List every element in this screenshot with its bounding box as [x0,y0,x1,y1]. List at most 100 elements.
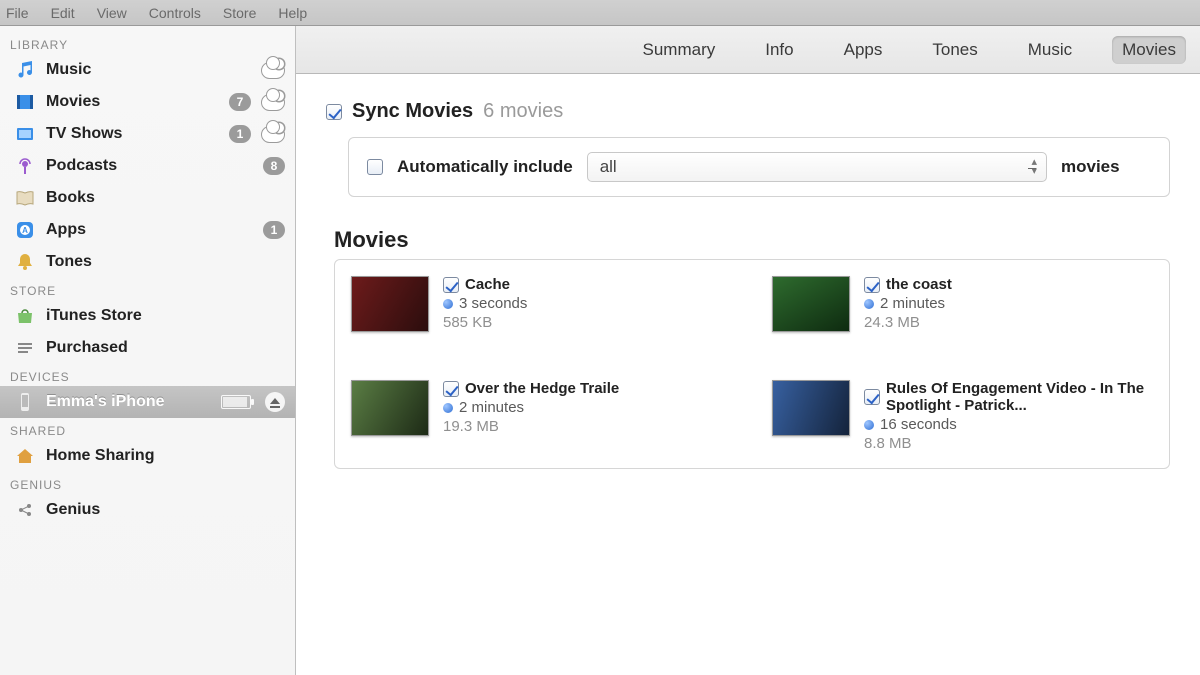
sidebar-item-purchased[interactable]: Purchased [0,332,295,364]
chevron-updown-icon: ▴▾ [1031,158,1037,176]
menu-edit[interactable]: Edit [51,5,75,21]
sync-movies-row: Sync Movies 6 movies [326,100,1170,123]
sidebar-badge: 1 [263,221,285,239]
music-icon [14,59,36,81]
tab-apps[interactable]: Apps [834,36,893,64]
sidebar-section-shared: SHARED [0,418,295,440]
movie-checkbox[interactable] [443,277,459,293]
sidebar-item-tv[interactable]: TV Shows 1 [0,118,295,150]
movies-sync-panel: Sync Movies 6 movies Automatically inclu… [296,74,1200,675]
movie-item[interactable]: Rules Of Engagement Video - In The Spotl… [772,380,1153,452]
menu-file[interactable]: File [6,5,29,21]
podcasts-icon [14,155,36,177]
status-dot-icon [864,299,874,309]
movie-thumbnail [772,276,850,332]
movie-name: Cache [465,276,510,293]
movie-item[interactable]: Over the Hedge Traile 2 minutes 19.3 MB [351,380,732,452]
auto-include-checkbox[interactable] [367,159,383,175]
movie-size: 24.3 MB [864,314,952,331]
sidebar-item-device[interactable]: Emma's iPhone [0,386,295,418]
iphone-icon [14,391,36,413]
tab-movies[interactable]: Movies [1112,36,1186,64]
sidebar-badge: 1 [229,125,251,143]
sidebar-section-store: STORE [0,278,295,300]
menu-store[interactable]: Store [223,5,256,21]
apps-icon: A [14,219,36,241]
movie-item[interactable]: Cache 3 seconds 585 KB [351,276,732,332]
movies-list: Cache 3 seconds 585 KB the coast 2 minut… [334,259,1170,469]
movie-duration: 2 minutes [880,295,945,312]
movie-thumbnail [351,380,429,436]
sidebar-item-itunes-store[interactable]: iTunes Store [0,300,295,332]
sidebar-item-podcasts[interactable]: Podcasts 8 [0,150,295,182]
movie-duration: 16 seconds [880,416,957,433]
sidebar-section-genius: GENIUS [0,472,295,494]
device-tabbar: Summary Info Apps Tones Music Movies [296,26,1200,74]
movie-thumbnail [351,276,429,332]
sidebar-section-library: LIBRARY [0,32,295,54]
movie-name: Over the Hedge Traile [465,380,619,397]
movie-checkbox[interactable] [443,381,459,397]
genius-icon [14,499,36,521]
sidebar-item-label: Music [46,61,251,79]
movie-duration: 2 minutes [459,399,524,416]
movie-thumbnail [772,380,850,436]
cloud-icon [261,126,285,143]
auto-include-label: Automatically include [397,157,573,177]
menu-controls[interactable]: Controls [149,5,201,21]
auto-include-suffix: movies [1061,157,1151,177]
menu-view[interactable]: View [97,5,127,21]
tab-summary[interactable]: Summary [633,36,726,64]
sidebar-item-label: Tones [46,253,285,271]
status-dot-icon [864,420,874,430]
menu-bar: File Edit View Controls Store Help [0,0,1200,26]
sidebar-item-movies[interactable]: Movies 7 [0,86,295,118]
movie-item[interactable]: the coast 2 minutes 24.3 MB [772,276,1153,332]
sidebar-item-apps[interactable]: A Apps 1 [0,214,295,246]
tab-info[interactable]: Info [755,36,803,64]
home-icon [14,445,36,467]
movie-size: 8.8 MB [864,435,1153,452]
auto-include-select[interactable]: all ▴▾ [587,152,1047,182]
sidebar-item-music[interactable]: Music [0,54,295,86]
sync-movies-checkbox[interactable] [326,104,342,120]
sidebar-item-label: Books [46,189,285,207]
battery-icon [221,395,251,409]
sync-movies-title: Sync Movies [352,100,473,123]
sidebar-item-label: Podcasts [46,157,253,175]
movie-size: 19.3 MB [443,418,619,435]
store-icon [14,305,36,327]
eject-button[interactable] [265,392,285,412]
auto-include-value: all [600,157,617,177]
status-dot-icon [443,299,453,309]
purchased-icon [14,337,36,359]
auto-include-bar: Automatically include all ▴▾ movies [348,137,1170,197]
sidebar-item-label: TV Shows [46,125,219,143]
sidebar-item-label: Genius [46,501,285,519]
sidebar-item-label: Movies [46,93,219,111]
sidebar-badge: 8 [263,157,285,175]
cloud-icon [261,94,285,111]
sidebar-item-books[interactable]: Books [0,182,295,214]
movie-name: the coast [886,276,952,293]
tab-music[interactable]: Music [1018,36,1082,64]
movie-name: Rules Of Engagement Video - In The Spotl… [886,380,1153,414]
sidebar-item-label: Home Sharing [46,447,285,465]
movie-checkbox[interactable] [864,277,880,293]
movie-checkbox[interactable] [864,389,880,405]
tones-icon [14,251,36,273]
sidebar-item-label: Emma's iPhone [46,393,211,411]
main-panel: Summary Info Apps Tones Music Movies Syn… [296,26,1200,675]
sidebar-item-home-sharing[interactable]: Home Sharing [0,440,295,472]
tab-tones[interactable]: Tones [922,36,987,64]
sidebar-item-tones[interactable]: Tones [0,246,295,278]
svg-text:A: A [22,226,28,235]
sidebar-item-genius[interactable]: Genius [0,494,295,526]
movie-duration: 3 seconds [459,295,527,312]
sync-movies-count: 6 movies [483,100,563,123]
movies-list-heading: Movies [334,227,1170,253]
books-icon [14,187,36,209]
menu-help[interactable]: Help [278,5,307,21]
cloud-icon [261,62,285,79]
sidebar-section-devices: DEVICES [0,364,295,386]
